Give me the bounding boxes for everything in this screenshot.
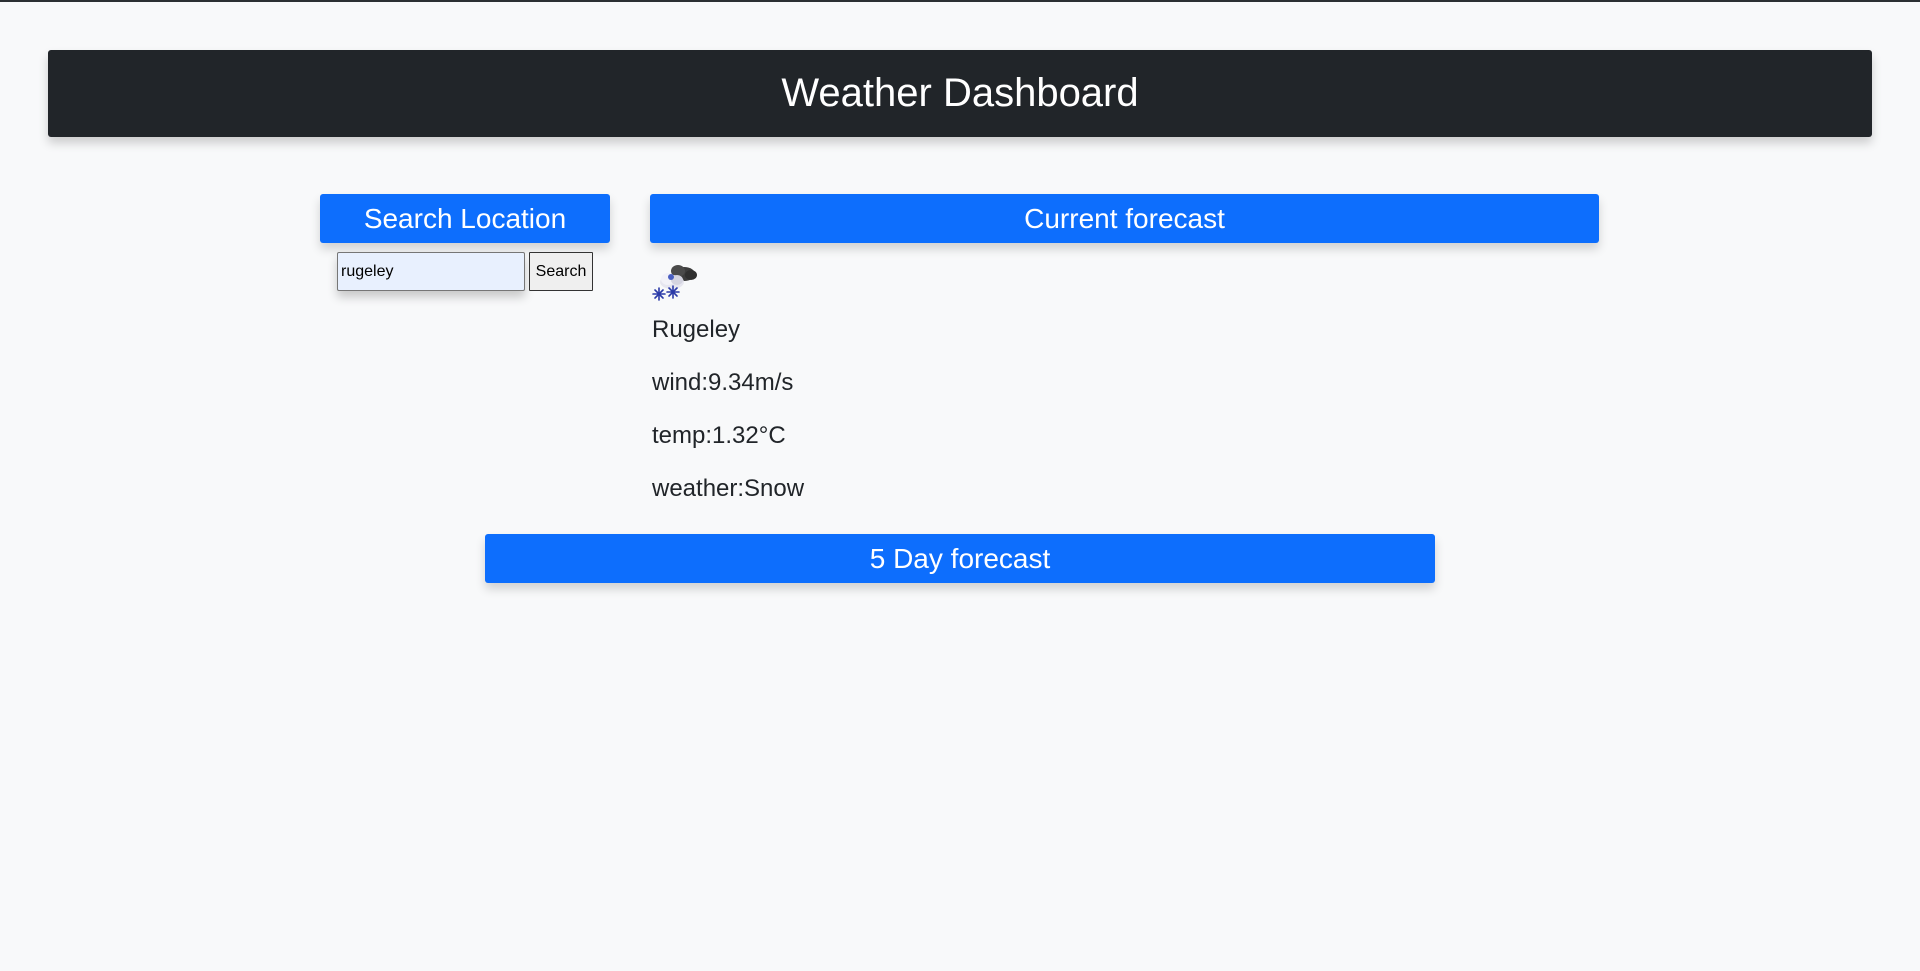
- app-header: Weather Dashboard: [48, 50, 1872, 137]
- search-button[interactable]: Search: [529, 252, 593, 291]
- weather-condition: weather:Snow: [652, 475, 805, 502]
- top-border-line: [0, 0, 1920, 2]
- search-input[interactable]: [337, 252, 525, 291]
- search-location-heading: Search Location: [320, 194, 610, 243]
- snow-cloud-icon: [648, 258, 702, 302]
- five-day-forecast-heading: 5 Day forecast: [485, 534, 1435, 583]
- wind-value: wind:9.34m/s: [652, 369, 794, 396]
- page-title: Weather Dashboard: [781, 71, 1139, 115]
- current-forecast-heading: Current forecast: [650, 194, 1599, 243]
- temperature-value: temp:1.32°C: [652, 422, 786, 449]
- city-name: Rugeley: [652, 316, 741, 343]
